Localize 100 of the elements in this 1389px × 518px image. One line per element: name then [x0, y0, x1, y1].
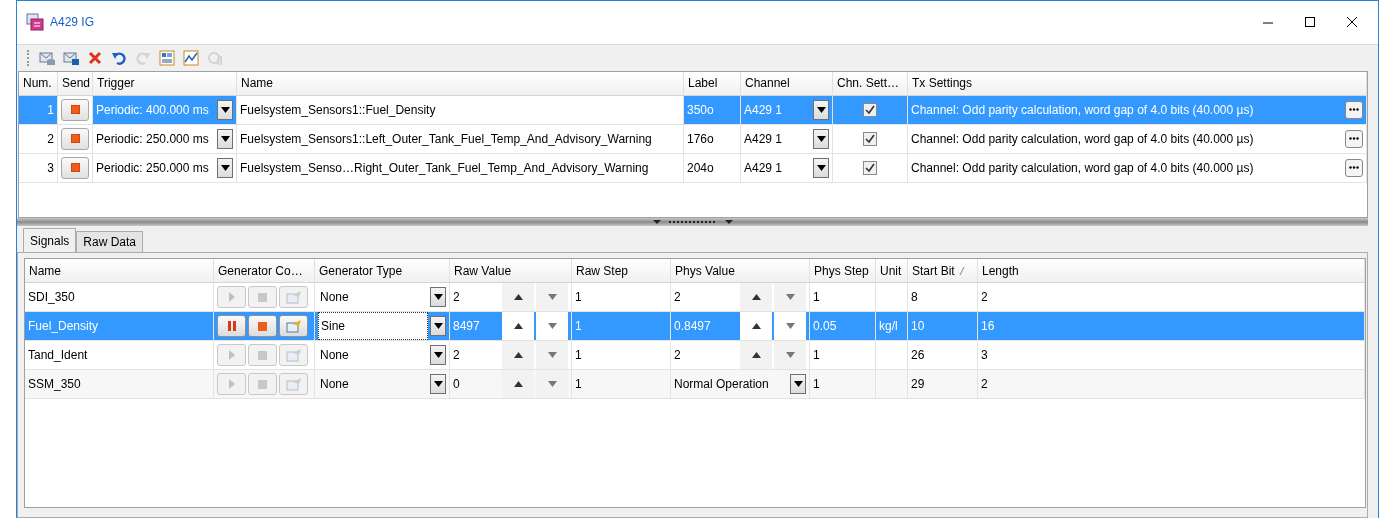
column-header[interactable]: Unit — [876, 259, 908, 284]
down-arrow-icon — [785, 352, 795, 359]
column-header[interactable]: Generator Type — [315, 259, 450, 284]
generator-type-text: Sine — [318, 312, 428, 341]
delete-icon[interactable] — [87, 49, 103, 66]
close-icon — [1346, 16, 1358, 28]
checkmark-icon — [865, 133, 875, 144]
dropdown-button[interactable] — [813, 157, 829, 178]
stop-icon — [258, 292, 267, 302]
down-arrow-icon — [433, 294, 443, 301]
channel-text: A429 1 — [744, 160, 784, 175]
undo-icon[interactable] — [111, 49, 127, 66]
stop-icon — [70, 134, 80, 144]
table-cell: Fuelsystem_Sensors1::Left_Outer_Tank_Fuel_Temp_And_Advisory_Warning — [237, 124, 684, 154]
table-cell: 1 — [810, 370, 876, 400]
up-arrow-icon — [513, 323, 523, 330]
column-header[interactable]: Send — [58, 71, 93, 96]
up-arrow-icon — [513, 294, 523, 301]
trigger-text: Periodic: 250.000 ms — [96, 131, 210, 146]
column-header[interactable]: Generator Co… — [214, 259, 315, 284]
increment-button[interactable] — [502, 312, 534, 341]
chart-icon[interactable] — [183, 49, 199, 66]
column-header[interactable]: Channel — [741, 71, 833, 96]
dropdown-button[interactable] — [217, 157, 233, 178]
column-header[interactable]: Tx Settings — [908, 71, 1367, 96]
table-cell: kg/l — [876, 312, 908, 342]
increment-button[interactable] — [740, 312, 772, 341]
raw-value-text: 2 — [453, 290, 461, 305]
ellipsis-icon — [1349, 108, 1359, 112]
column-header[interactable]: Name — [25, 259, 214, 284]
pause-button[interactable] — [217, 315, 246, 338]
table-cell: 29 — [908, 370, 978, 400]
tab[interactable]: Raw Data — [76, 231, 144, 253]
dropdown-button[interactable] — [813, 99, 829, 120]
increment-button[interactable] — [740, 341, 772, 370]
stop-button[interactable] — [61, 98, 89, 121]
decrement-button[interactable] — [774, 283, 806, 312]
checkbox[interactable] — [863, 131, 877, 146]
envelope-icon[interactable] — [63, 49, 79, 66]
decrement-button[interactable] — [536, 341, 568, 370]
channel-text: A429 1 — [744, 131, 784, 146]
envelope-icon[interactable] — [39, 49, 55, 66]
column-header[interactable]: Num. — [19, 71, 58, 96]
channel-text: A429 1 — [744, 102, 784, 117]
ellipsis-icon — [1349, 166, 1359, 170]
column-header[interactable]: Length — [978, 259, 1365, 284]
up-arrow-icon — [751, 352, 761, 359]
down-arrow-icon — [793, 381, 803, 388]
more-button[interactable] — [1345, 158, 1363, 177]
increment-button[interactable] — [502, 283, 534, 312]
stop-button[interactable] — [248, 315, 277, 338]
tab[interactable]: Signals — [23, 228, 77, 253]
dropdown-button[interactable] — [430, 287, 446, 308]
stop-button[interactable] — [61, 156, 89, 179]
pause-icon — [227, 321, 236, 332]
column-header[interactable]: Raw Step — [572, 259, 671, 284]
table-cell: 176o — [684, 124, 741, 154]
increment-button[interactable] — [502, 370, 534, 399]
dropdown-button[interactable] — [790, 374, 806, 395]
settings-icon — [285, 377, 302, 392]
dropdown-button[interactable] — [217, 99, 233, 120]
column-header[interactable]: Phys Step — [810, 259, 876, 284]
raw-value-text: 8497 — [453, 319, 481, 334]
table-cell: 1 — [572, 312, 671, 342]
down-arrow-icon — [547, 294, 557, 301]
settings-button[interactable] — [279, 315, 308, 338]
column-header[interactable]: Label — [684, 71, 741, 96]
column-header[interactable]: Chn. Sett… — [833, 71, 908, 96]
column-header[interactable]: Phys Value — [671, 259, 810, 284]
checkbox[interactable] — [863, 160, 877, 175]
dropdown-button[interactable] — [430, 316, 446, 337]
dropdown-button[interactable] — [430, 374, 446, 395]
checkbox[interactable] — [863, 102, 877, 117]
more-button[interactable] — [1345, 129, 1363, 148]
decrement-button[interactable] — [774, 341, 806, 370]
column-header[interactable]: Name — [237, 71, 684, 96]
down-arrow-icon — [433, 381, 443, 388]
decrement-button[interactable] — [536, 370, 568, 399]
checkmark-icon — [865, 104, 875, 115]
splitter-handle[interactable] — [652, 219, 733, 226]
down-arrow-icon — [433, 323, 443, 330]
increment-button[interactable] — [502, 341, 534, 370]
up-arrow-icon — [751, 294, 761, 301]
dropdown-button[interactable] — [430, 345, 446, 366]
decrement-button[interactable] — [536, 283, 568, 312]
settings-icon — [285, 319, 302, 334]
increment-button[interactable] — [740, 283, 772, 312]
dropdown-button[interactable] — [217, 128, 233, 149]
down-arrow-icon — [433, 352, 443, 359]
column-header[interactable]: Raw Value — [450, 259, 572, 284]
window-icon[interactable] — [159, 49, 175, 66]
more-button[interactable] — [1345, 100, 1363, 119]
column-header[interactable]: Trigger — [93, 71, 237, 96]
down-arrow-icon — [220, 135, 230, 142]
tx-settings-text: Channel: Odd parity calculation, word gap of 4.0 bits (40.000 µs) — [911, 160, 1254, 175]
dropdown-button[interactable] — [813, 128, 829, 149]
down-arrow-icon — [547, 323, 557, 330]
decrement-button[interactable] — [774, 312, 806, 341]
decrement-button[interactable] — [536, 312, 568, 341]
stop-button[interactable] — [61, 127, 89, 150]
